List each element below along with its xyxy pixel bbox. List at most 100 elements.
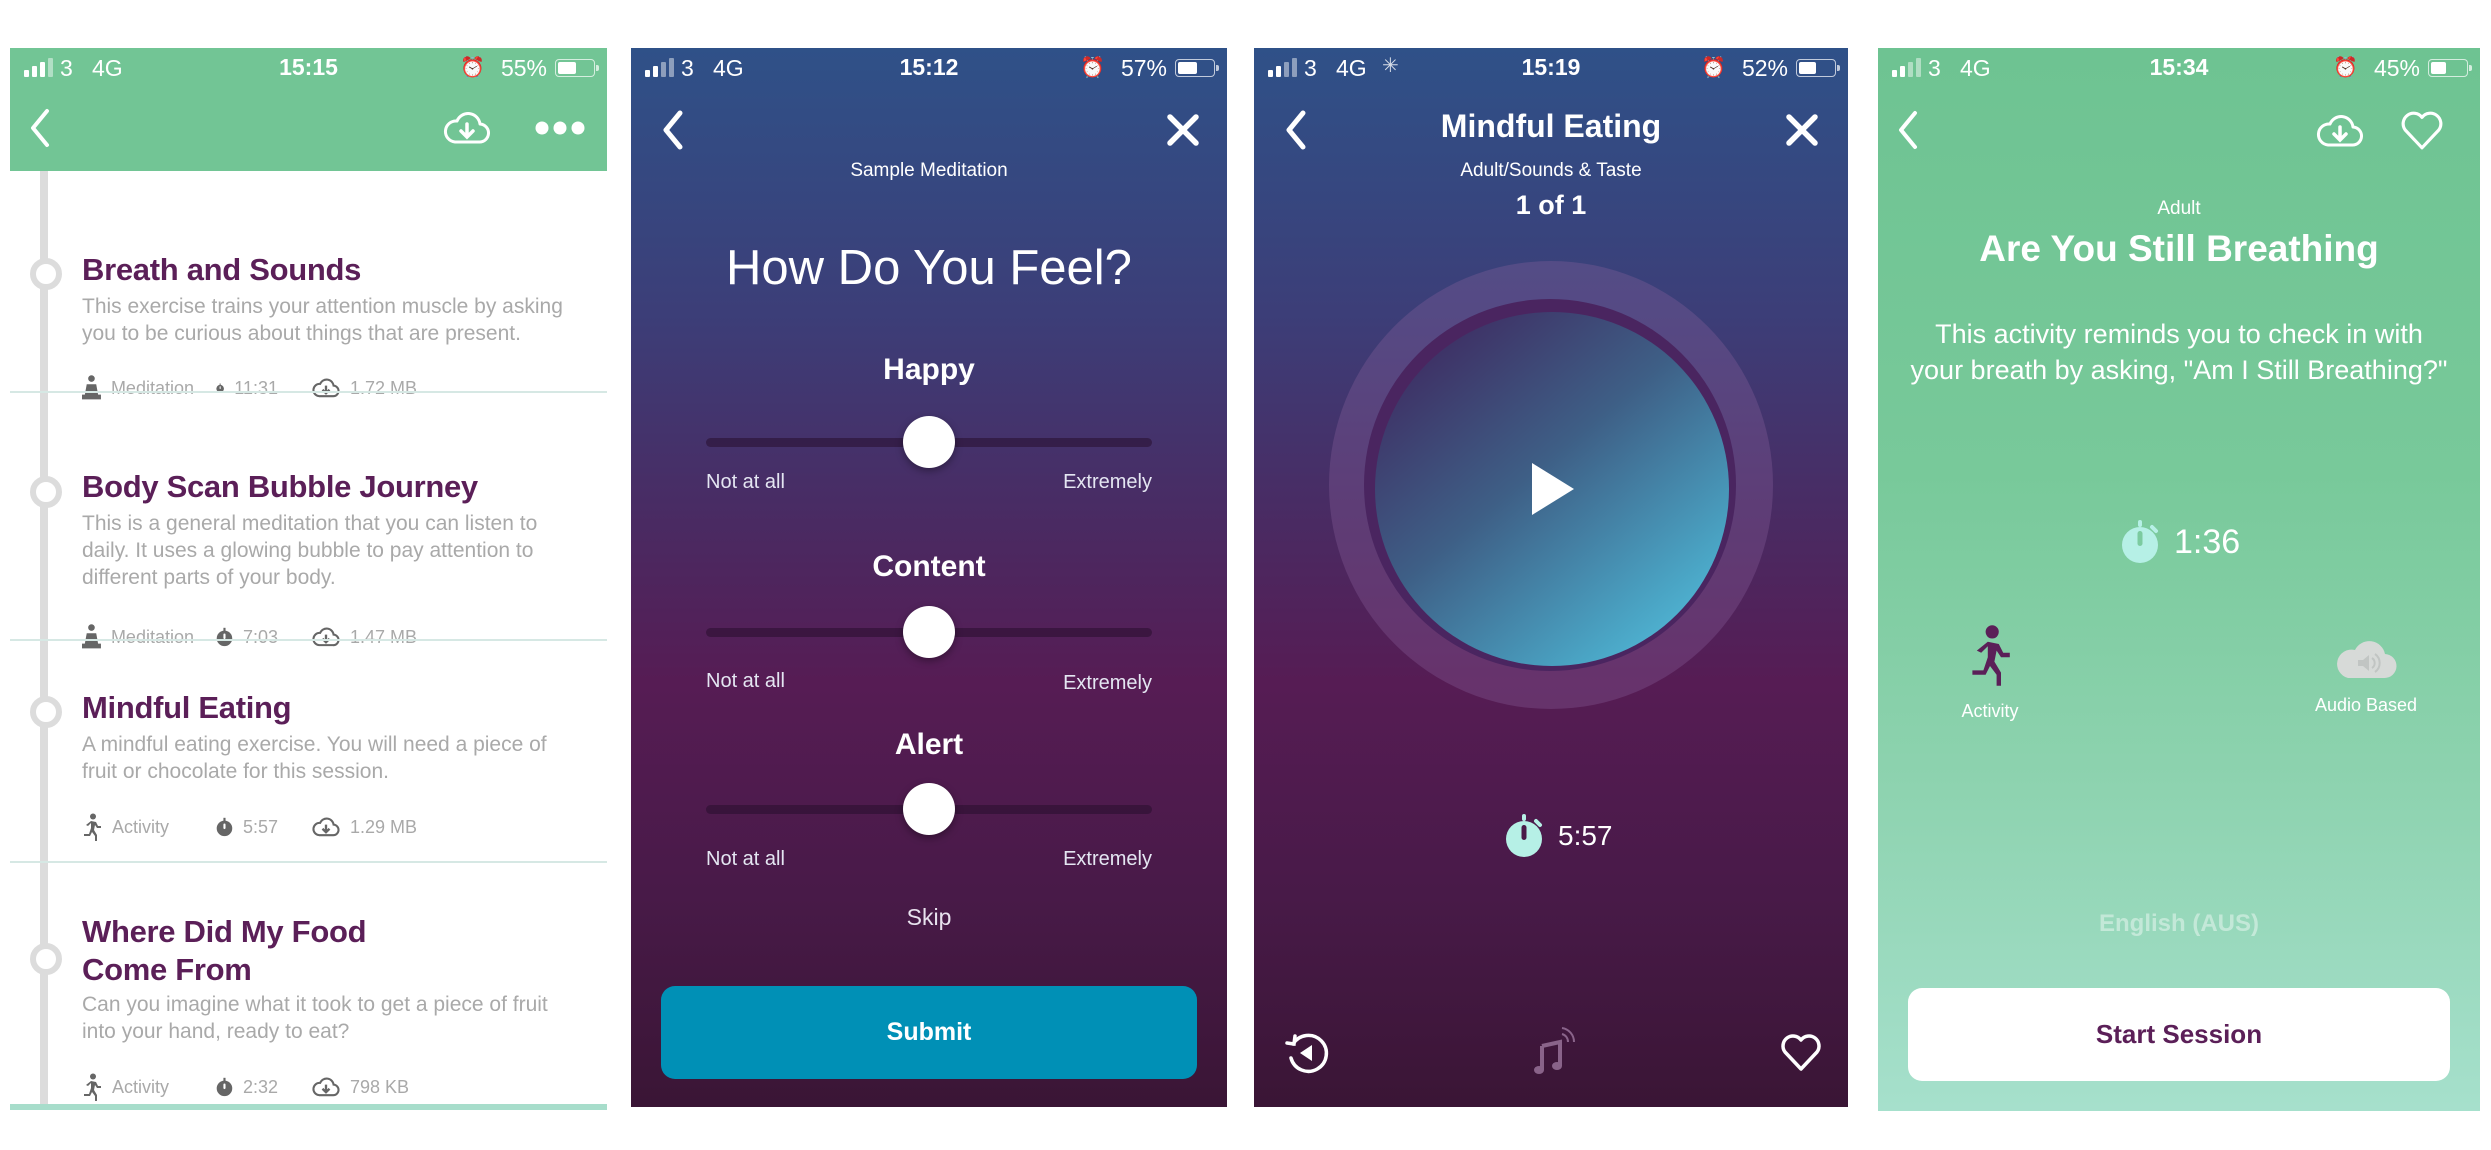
- back-button[interactable]: [651, 100, 695, 160]
- battery-percent: 55%: [500, 55, 547, 81]
- item-title: Mindful Eating: [82, 690, 292, 725]
- back-button[interactable]: [18, 98, 62, 158]
- feature-activity: Activity: [1900, 620, 2080, 722]
- item-description: A mindful eating exercise. You will need…: [82, 733, 547, 783]
- chevron-left-icon: [663, 110, 683, 150]
- session-description: This activity reminds you to check in wi…: [1910, 319, 2448, 385]
- feature-label: Audio Based: [2314, 695, 2418, 715]
- favorite-button[interactable]: [2396, 104, 2448, 156]
- replay-button[interactable]: [1284, 1030, 1330, 1081]
- stopwatch-icon: [216, 817, 233, 837]
- slider-max-label: Extremely: [1063, 672, 1152, 694]
- item-size: 798 KB: [350, 1076, 410, 1097]
- music-broadcast-icon: [1534, 1027, 1576, 1074]
- item-title: Breath and Sounds: [82, 252, 362, 287]
- question-heading: How Do You Feel?: [726, 241, 1132, 295]
- stopwatch-icon: [1506, 814, 1542, 857]
- status-bar: 3 4G ✳ 15:19 ⏰ 52%: [1254, 48, 1848, 88]
- favorite-button[interactable]: [1780, 1032, 1822, 1077]
- feature-audio: Audio Based: [2276, 638, 2456, 716]
- stopwatch-icon: [2122, 520, 2158, 563]
- skip-button[interactable]: Skip: [631, 904, 1227, 931]
- download-button[interactable]: [442, 103, 492, 153]
- more-dots-icon: [535, 121, 585, 135]
- replay-icon: [1285, 1033, 1329, 1074]
- chevron-left-icon: [31, 109, 49, 147]
- battery-icon: [555, 59, 599, 77]
- battery-percent: 57%: [1120, 55, 1167, 81]
- item-title: Where Did My Food Come From: [82, 914, 367, 987]
- timeline-node: [30, 943, 62, 975]
- item-size: 1.29 MB: [350, 816, 418, 837]
- battery-icon: [2428, 59, 2472, 77]
- language-selector[interactable]: English (AUS): [1878, 910, 2480, 938]
- chevron-left-icon: [1899, 111, 1917, 149]
- slider-label: Happy: [883, 353, 975, 386]
- status-bar: 3 4G 15:15 ⏰ 55%: [10, 48, 607, 88]
- running-icon: [84, 813, 101, 841]
- item-type: Activity: [112, 816, 170, 837]
- battery-icon: [1175, 59, 1219, 77]
- download-button[interactable]: [2315, 106, 2365, 156]
- screen-player: 3 4G ✳ 15:19 ⏰ 52% Mindful Eating Adult/…: [1254, 48, 1848, 1107]
- item-type: Activity: [112, 1076, 170, 1097]
- duration-value: 5:57: [1558, 820, 1613, 851]
- screen-mood-check: 3 4G 15:12 ⏰ 57% Sample Meditation How D…: [631, 48, 1227, 1107]
- list-item[interactable]: Body Scan Bubble Journey This is a gener…: [10, 393, 607, 649]
- timeline-node: [30, 258, 62, 290]
- submit-button[interactable]: Submit: [661, 986, 1197, 1079]
- running-icon: [1972, 625, 2010, 686]
- battery-icon: [1796, 59, 1840, 77]
- duration-display: 5:57: [1504, 813, 1613, 859]
- timeline-node: [30, 696, 62, 728]
- play-button[interactable]: [1375, 312, 1729, 666]
- heart-icon: [1781, 1034, 1821, 1071]
- list-item[interactable]: Breath and Sounds This exercise trains y…: [10, 171, 607, 400]
- cloud-audio-icon: [2337, 641, 2397, 679]
- slider-track[interactable]: [706, 783, 1152, 835]
- close-icon: [1167, 114, 1199, 146]
- slider-max-label: Extremely: [1063, 848, 1152, 870]
- battery-percent: 52%: [1741, 55, 1788, 81]
- play-icon: [1532, 463, 1574, 515]
- cloud-download-icon: [443, 112, 490, 144]
- slider-label: Content: [872, 550, 986, 583]
- list-item[interactable]: Mindful Eating A mindful eating exercise…: [10, 641, 607, 863]
- alarm-icon: ⏰: [1701, 57, 1726, 79]
- slider-thumb[interactable]: [903, 416, 955, 468]
- timeline-node: [30, 476, 62, 508]
- cloud-download-icon: [312, 817, 340, 837]
- more-button[interactable]: [530, 108, 590, 148]
- list-item[interactable]: Where Did My Food Come From Can you imag…: [10, 863, 607, 1104]
- slider-thumb[interactable]: [903, 606, 955, 658]
- alarm-icon: ⏰: [2333, 57, 2358, 79]
- battery-percent: 45%: [2373, 55, 2420, 81]
- slider-track[interactable]: [706, 416, 1152, 468]
- session-title: Mindful Eating: [1440, 108, 1662, 144]
- cloud-download-icon: [312, 1077, 340, 1097]
- slider-track[interactable]: [706, 606, 1152, 658]
- slider-min-label: Not at all: [706, 471, 785, 493]
- start-session-button[interactable]: Start Session: [1908, 988, 2450, 1081]
- cloud-download-icon: [2316, 115, 2363, 147]
- item-duration: 2:32: [242, 1076, 278, 1097]
- track-counter: 1 of 1: [1515, 190, 1587, 220]
- item-meta: Activity 2:32 798 KB: [82, 1073, 449, 1101]
- audio-settings-button[interactable]: [1532, 1026, 1578, 1081]
- running-icon: [84, 1073, 101, 1101]
- item-duration: 5:57: [242, 816, 278, 837]
- duration-display: 1:36: [2120, 519, 2240, 565]
- item-meta: Activity 5:57 1.29 MB: [82, 813, 457, 841]
- slider-thumb[interactable]: [903, 783, 955, 835]
- back-button[interactable]: [1886, 100, 1930, 160]
- close-button[interactable]: [1159, 106, 1207, 154]
- slider-label: Alert: [894, 728, 964, 761]
- item-description: This exercise trains your attention musc…: [82, 295, 563, 345]
- status-bar: 3 4G 15:12 ⏰ 57%: [631, 48, 1227, 88]
- stopwatch-icon: [216, 1077, 233, 1097]
- top-bar: 3 4G 15:15 ⏰ 55%: [10, 48, 607, 171]
- item-description: This is a general meditation that you ca…: [82, 512, 538, 589]
- session-title: Are You Still Breathing: [1979, 228, 2379, 269]
- bottom-bar: [10, 1104, 607, 1110]
- slider-min-label: Not at all: [706, 848, 785, 870]
